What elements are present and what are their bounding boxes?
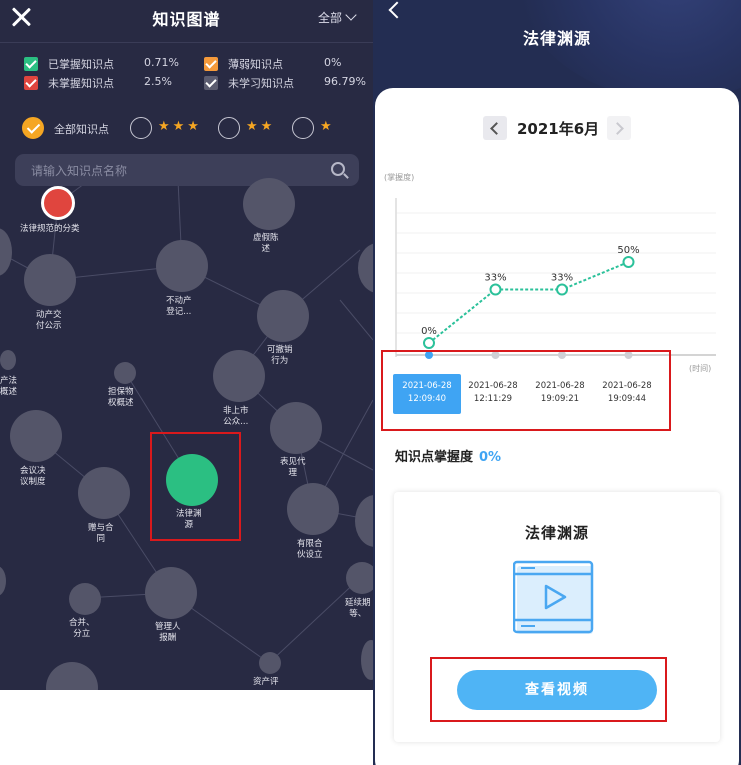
data-label: 33% — [484, 273, 506, 284]
button-highlight-box — [430, 657, 667, 722]
series-line — [428, 261, 629, 344]
data-label: 50% — [617, 245, 639, 256]
video-title: 法律渊源 — [524, 524, 589, 542]
video-player-icon — [513, 560, 594, 634]
data-point — [423, 337, 435, 349]
data-point — [556, 283, 568, 296]
data-point — [622, 256, 635, 268]
mastery-label: 知识点掌握度 — [395, 450, 474, 465]
data-point — [489, 283, 502, 296]
data-label: 0% — [421, 326, 437, 337]
mastery-summary: 知识点掌握度 0% — [395, 446, 501, 465]
data-label: 33% — [551, 273, 573, 284]
time-highlight-box — [381, 350, 671, 431]
mastery-value: 0% — [479, 450, 502, 465]
